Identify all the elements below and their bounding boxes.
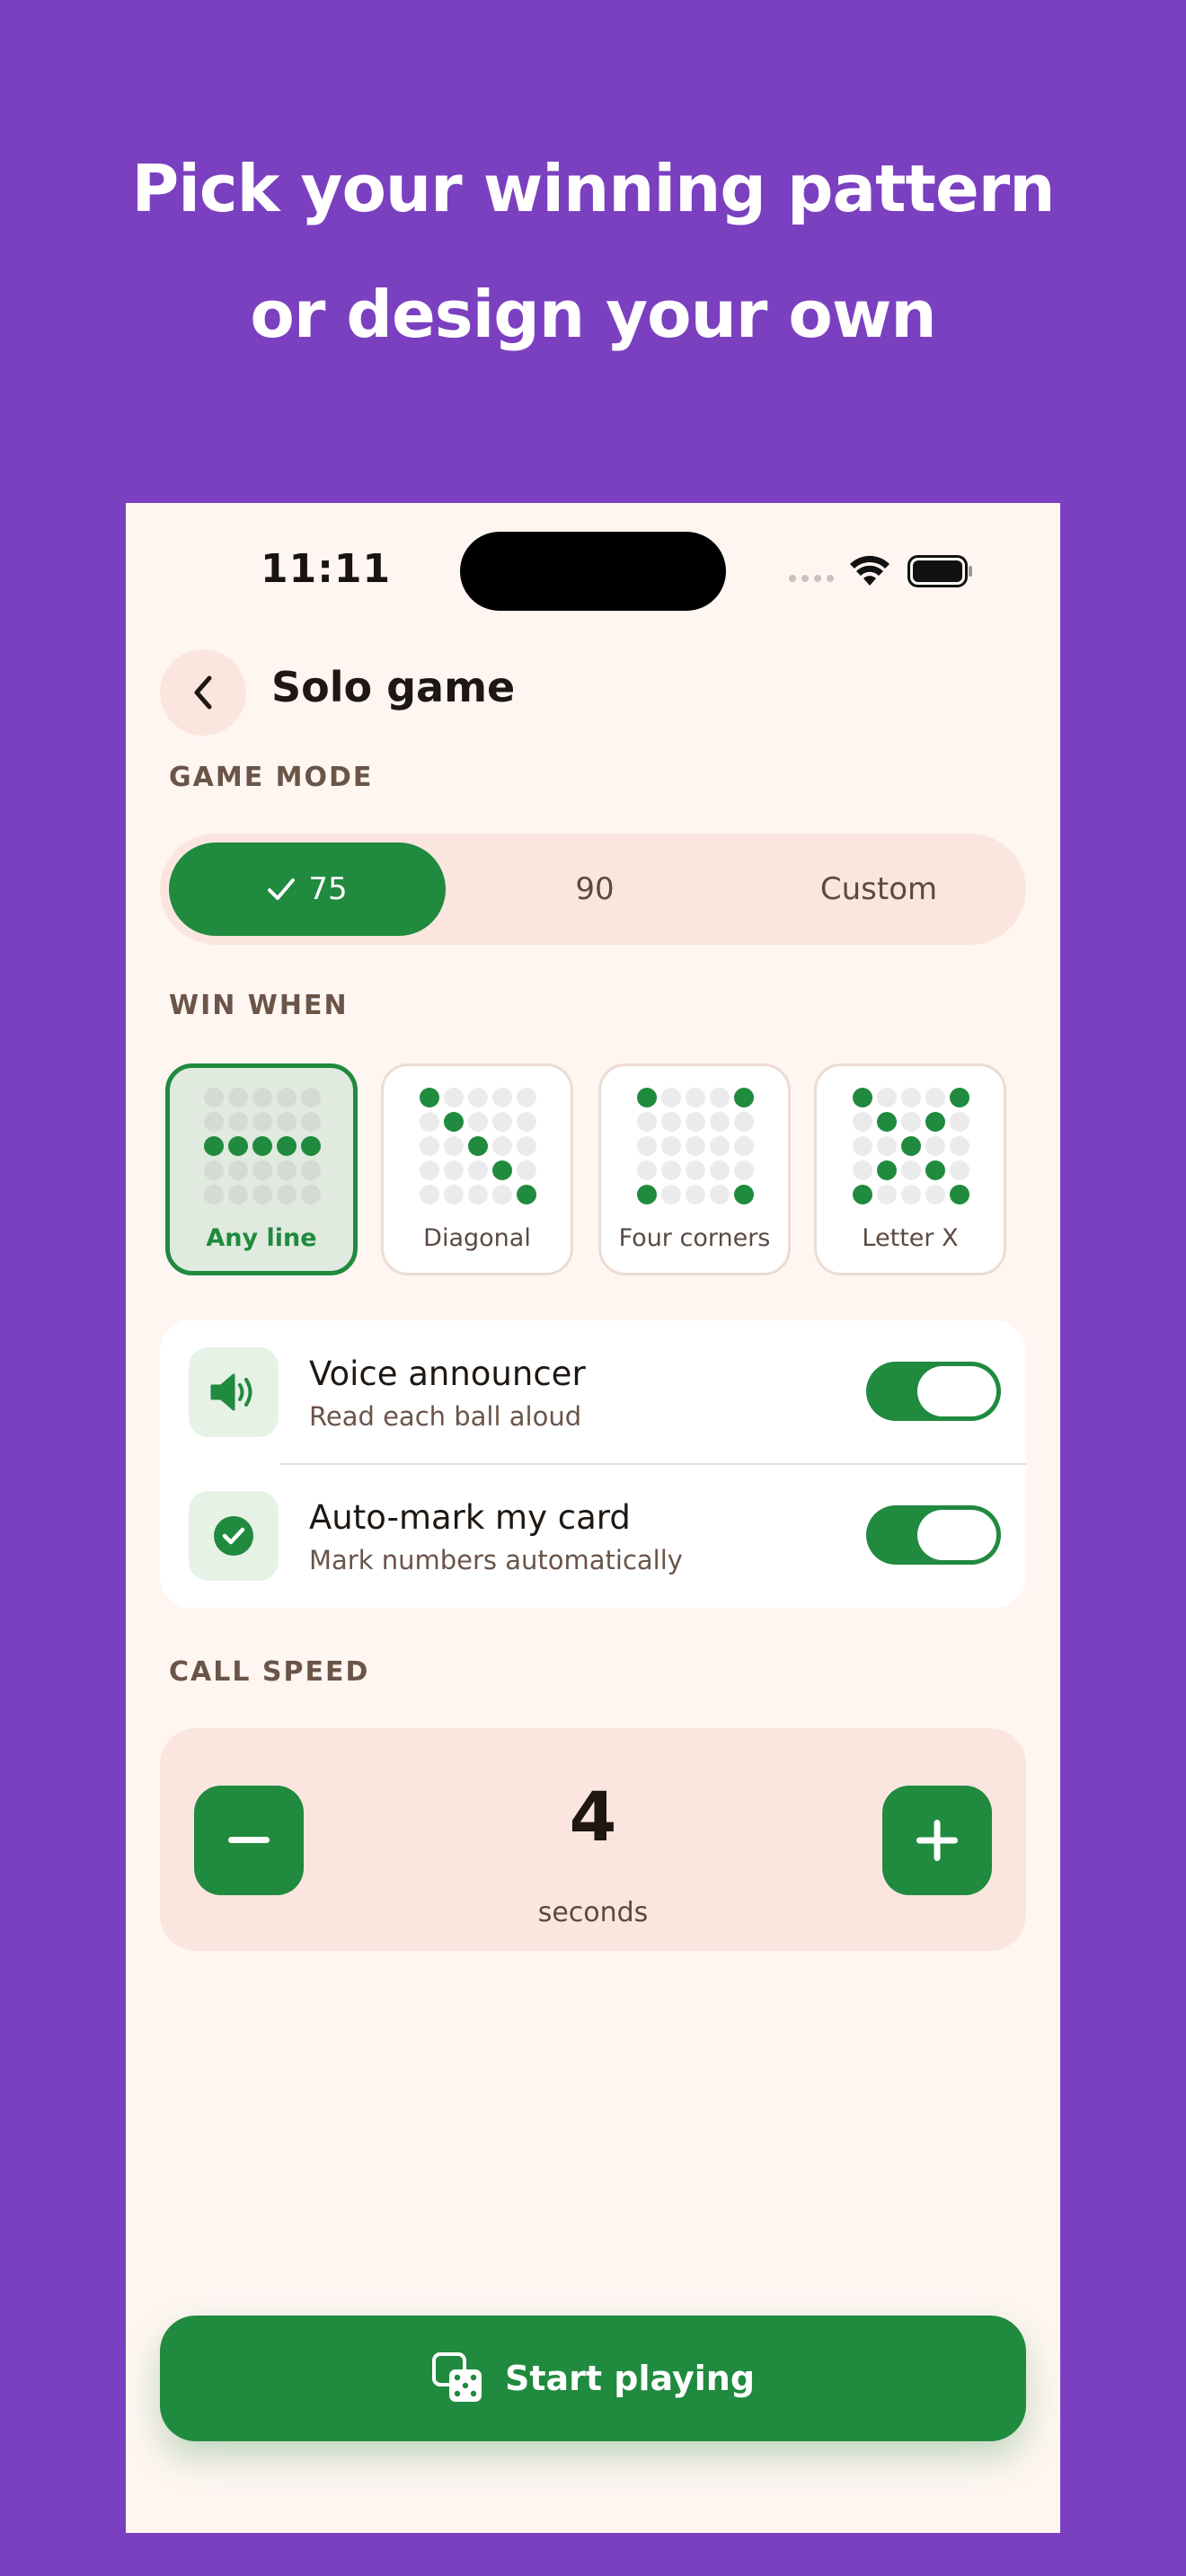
setting-subtitle: Read each ball aloud [309,1401,582,1432]
status-time: 11:11 [261,546,392,592]
pattern-label: Four corners [618,1224,771,1252]
mode-option-90[interactable]: 90 [456,842,733,936]
pattern-any-line[interactable]: Any line [165,1063,358,1275]
settings-card: Voice announcer Read each ball aloud Aut… [160,1320,1026,1608]
pattern-label: Letter X [862,1224,959,1252]
headline-line-1: Pick your winning pattern [131,151,1055,226]
headline-line-2: or design your own [250,277,936,352]
setting-title: Voice announcer [309,1354,586,1393]
pattern-label: Diagonal [423,1224,531,1252]
pattern-grid [637,1088,754,1204]
voice-announcer-toggle[interactable] [866,1362,1001,1421]
dice-icon [431,2352,482,2402]
speed-unit: seconds [537,1897,649,1928]
auto-mark-toggle[interactable] [866,1505,1001,1565]
mode-option-label: 90 [575,871,615,907]
start-playing-label: Start playing [504,2359,756,2398]
wifi-icon [850,555,890,586]
mode-option-label: 75 [308,871,348,907]
game-mode-label: GAME MODE [169,762,374,793]
chevron-left-icon [194,675,212,710]
pattern-grid [204,1088,321,1204]
start-playing-button[interactable]: Start playing [160,2316,1026,2441]
mode-option-label: Custom [819,871,938,907]
pattern-grid [853,1088,969,1204]
setting-subtitle: Mark numbers automatically [309,1545,683,1575]
check-circle-icon [189,1491,279,1581]
increase-speed-button[interactable] [882,1786,992,1895]
pattern-grid [420,1088,536,1204]
call-speed-card: 4 seconds [160,1728,1026,1951]
pattern-letter-x[interactable]: Letter X [814,1063,1006,1275]
back-button[interactable] [160,649,246,736]
pattern-label: Any line [206,1224,317,1252]
dynamic-island [460,532,726,611]
plus-icon [916,1820,958,1861]
phone-screen: 11:11 Solo game GAME MODE 75 90 Custom W… [126,503,1060,2533]
game-mode-selector: 75 90 Custom [160,834,1026,945]
battery-icon [907,555,972,587]
setting-title: Auto-mark my card [309,1498,631,1537]
setting-voice-announcer: Voice announcer Read each ball aloud [160,1320,1026,1464]
speaker-icon [189,1347,279,1437]
page-title: Solo game [271,663,516,711]
win-when-label: WIN WHEN [169,990,349,1021]
promo-headline: Pick your winning pattern or design your… [0,126,1186,377]
checkmark-icon [268,878,296,900]
pattern-four-corners[interactable]: Four corners [598,1063,791,1275]
signal-dots-icon [789,575,834,582]
mode-option-75[interactable]: 75 [169,842,446,936]
mode-option-custom[interactable]: Custom [740,842,1017,936]
pattern-diagonal[interactable]: Diagonal [381,1063,573,1275]
call-speed-label: CALL SPEED [169,1656,370,1688]
setting-auto-mark: Auto-mark my card Mark numbers automatic… [160,1464,1026,1608]
